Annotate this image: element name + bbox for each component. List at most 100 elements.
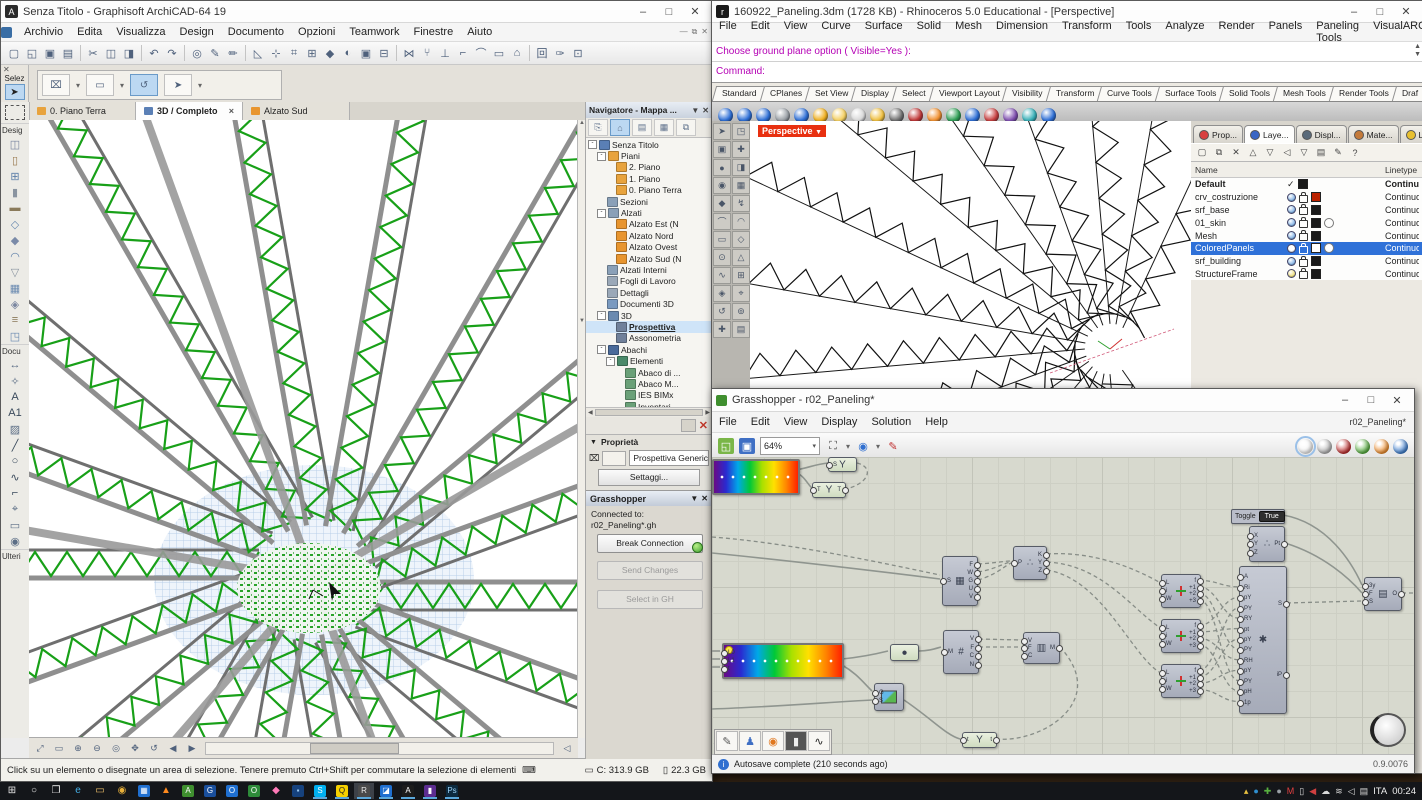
minimize-button[interactable]: –: [630, 2, 656, 21]
toggle-value[interactable]: True: [1258, 511, 1285, 522]
port-pt[interactable]: [1281, 541, 1288, 548]
rhino-side-tool-13[interactable]: ◇: [732, 231, 750, 248]
open-file-icon[interactable]: ◱: [718, 438, 734, 454]
archicad-menu-aiuto[interactable]: Aiuto: [460, 25, 499, 39]
port-ri[interactable]: [1237, 584, 1244, 592]
rhino-side-tool-7[interactable]: ▦: [732, 177, 750, 194]
rhino-side-tool-9[interactable]: ↯: [732, 195, 750, 212]
photos-icon[interactable]: ◪: [376, 783, 396, 799]
window-tool-icon[interactable]: ⊞: [5, 168, 25, 184]
gh-node-series-3[interactable]: Li Wf +1 +2 +3: [1159, 664, 1204, 698]
zoom-in-icon[interactable]: ⊕: [69, 739, 87, 757]
zoom-window-icon[interactable]: ▭: [50, 739, 68, 757]
layer-lock-icon[interactable]: [1299, 191, 1308, 203]
tree-item-alzato-ovest[interactable]: Alzato Ovest: [586, 242, 712, 253]
gh-node-surface-grid[interactable]: ▦ S F W G U V: [940, 556, 981, 606]
port-g[interactable]: [872, 689, 879, 697]
port-n[interactable]: [975, 661, 982, 669]
archicad-menu-teamwork[interactable]: Teamwork: [342, 25, 406, 39]
layer-tool-0[interactable]: ▢: [1195, 147, 1209, 158]
app-blue-square-icon[interactable]: ▪: [288, 783, 308, 799]
pan-icon[interactable]: ✥: [126, 739, 144, 757]
port-c[interactable]: [1021, 652, 1028, 660]
fit-view-icon[interactable]: ⤢: [31, 739, 49, 757]
skylight-tool-icon[interactable]: ▽: [5, 264, 25, 280]
rhino-side-tool-16[interactable]: ∿: [713, 267, 731, 284]
tray-app-1-icon[interactable]: ▴: [1244, 786, 1249, 796]
slab-tool-icon[interactable]: ◇: [5, 216, 25, 232]
tree-item-1-piano[interactable]: 1. Piano: [586, 173, 712, 184]
tab-0-piano-terra[interactable]: 0. Piano Terra: [29, 102, 136, 120]
port-s[interactable]: [826, 461, 833, 469]
markup-tool-icon[interactable]: ◉: [762, 731, 784, 751]
port-py[interactable]: [1237, 647, 1244, 655]
active-document-label[interactable]: r02_Paneling*: [1349, 417, 1414, 427]
port-3y[interactable]: [1362, 583, 1369, 590]
gh-node-series-2[interactable]: Li Wf +1 +2 +3: [1159, 619, 1204, 653]
layer-visibility-bulb-icon[interactable]: [1287, 269, 1296, 279]
command-scroll-arrows[interactable]: ▲ ▼: [1414, 43, 1421, 59]
port-y[interactable]: [1247, 541, 1254, 548]
archicad-titlebar[interactable]: A Senza Titolo - Graphisoft ArchiCAD-64 …: [1, 1, 712, 23]
tree-item-sezioni[interactable]: Sezioni: [586, 196, 712, 207]
snap-icon[interactable]: ⊹: [267, 44, 285, 62]
port-f[interactable]: [1362, 591, 1369, 598]
layer-tool-2[interactable]: ✕: [1229, 147, 1243, 158]
layer-tool-9[interactable]: ?: [1348, 148, 1362, 158]
gh-node-series-1[interactable]: Li Wf +1 +2 +3: [1159, 574, 1204, 608]
rhino-side-tool-8[interactable]: ◆: [713, 195, 731, 212]
solver-green-icon[interactable]: [1355, 438, 1370, 454]
rhino-tab-solid-tools[interactable]: Solid Tools: [1219, 86, 1281, 101]
port-pt[interactable]: [1237, 626, 1244, 634]
port-3[interactable]: [1197, 687, 1204, 695]
rhino-tab-set-view[interactable]: Set View: [804, 86, 859, 101]
tree-item-senza-titolo[interactable]: - Senza Titolo: [586, 139, 712, 150]
gh-node-dot-display[interactable]: ●: [890, 644, 919, 661]
archicad-taskbar-icon[interactable]: A: [398, 783, 418, 799]
widget-tool-icon[interactable]: ♟: [739, 731, 761, 751]
dimension-tool-icon[interactable]: ↔: [5, 357, 25, 373]
tree-item-dettagli[interactable]: Dettagli: [586, 287, 712, 298]
gh-node-decompose[interactable]: ∴ P K Y Z: [1011, 546, 1050, 580]
rhino-side-tool-4[interactable]: ●: [713, 159, 731, 176]
text-tool-icon[interactable]: A: [5, 389, 25, 405]
port-v[interactable]: [974, 594, 981, 601]
layer-lock-icon[interactable]: [1299, 230, 1308, 242]
tree-item-alzato-nord[interactable]: Alzato Nord: [586, 230, 712, 241]
gravity-icon[interactable]: ⌗: [285, 44, 303, 62]
tree-item-0-piano-terra[interactable]: 0. Piano Terra: [586, 185, 712, 196]
panel-tab-lights[interactable]: Lights: [1399, 125, 1422, 143]
resize-icon[interactable]: ▭: [490, 44, 508, 62]
sketch-tool-icon[interactable]: ✎: [716, 731, 738, 751]
trim-icon[interactable]: ⋈: [400, 44, 418, 62]
layer-lock-icon[interactable]: [1299, 217, 1308, 229]
port-l0[interactable]: [721, 650, 728, 657]
orbit-button[interactable]: ↺: [130, 74, 159, 96]
port-x[interactable]: [1247, 532, 1254, 540]
radial-dim-tool-icon[interactable]: ✧: [5, 373, 25, 389]
port-i[interactable]: [1159, 588, 1166, 595]
layer-color-swatch[interactable]: [1297, 179, 1308, 190]
wall-tool-icon[interactable]: ◫: [5, 136, 25, 152]
layer-row-mesh[interactable]: Mesh Continuous: [1191, 229, 1422, 242]
note-icon[interactable]: ⊡: [569, 44, 587, 62]
port-i[interactable]: [1159, 678, 1166, 685]
save-file-icon[interactable]: ▣: [739, 438, 755, 454]
rhino-side-tool-14[interactable]: ⊙: [713, 249, 731, 266]
port-s[interactable]: [1362, 599, 1369, 606]
tab-alzato-sud[interactable]: Alzato Sud: [243, 102, 350, 120]
task-view-button[interactable]: ❐: [46, 783, 66, 799]
port-a[interactable]: [1237, 574, 1244, 582]
tray-app-2-icon[interactable]: ●: [1253, 786, 1258, 796]
next-view-icon[interactable]: ▶: [183, 739, 201, 757]
maximize-button[interactable]: □: [656, 2, 682, 21]
layer-tool-6[interactable]: ▽: [1297, 147, 1311, 158]
project-map-icon[interactable]: ⌂: [610, 119, 630, 136]
shell-tool-icon[interactable]: ◠: [5, 248, 25, 264]
layout-book-icon[interactable]: ▦: [654, 119, 674, 136]
viewport-horizontal-scrollbar[interactable]: [205, 741, 554, 755]
port-o[interactable]: [1398, 591, 1405, 598]
group-icon[interactable]: ▣: [357, 44, 375, 62]
port-py[interactable]: [1237, 605, 1244, 613]
collapse-icon[interactable]: ▼: [590, 439, 597, 446]
